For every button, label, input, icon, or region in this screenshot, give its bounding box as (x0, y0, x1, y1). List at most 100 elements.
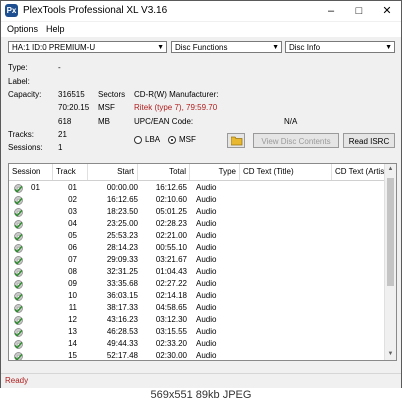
cell-total: 02:27.22 (155, 279, 187, 288)
close-button[interactable]: ✕ (373, 1, 401, 21)
cell-session (31, 266, 53, 278)
cd-audio-icon (14, 208, 23, 217)
cd-audio-icon (14, 232, 23, 241)
table-row[interactable]: 05 25:53.23 02:21.00 Audio (9, 230, 385, 242)
tracks-value: 21 (58, 130, 67, 139)
manufacturer-value: Ritek (type 7), 79:59.70 (134, 103, 218, 112)
table-header: Session Track Start Total Type CD Text (… (9, 164, 385, 181)
cell-type: Audio (196, 219, 217, 228)
radio-lba[interactable] (134, 136, 142, 144)
capacity-label: Capacity: (8, 90, 42, 99)
table-row[interactable]: 13 46:28.53 03:15.55 Audio (9, 326, 385, 338)
cell-session (31, 218, 53, 230)
drive-select[interactable]: HA:1 ID:0 PREMIUM-U ▼ (8, 41, 167, 53)
capacity-sectors: 316515 (58, 90, 85, 99)
cell-start: 28:14.23 (106, 243, 138, 252)
cell-total: 04:58.65 (155, 303, 187, 312)
cell-start: 00:00.00 (106, 183, 138, 192)
table-row[interactable]: 02 16:12.65 02:10.60 Audio (9, 194, 385, 206)
capacity-mb-unit: MB (98, 117, 110, 126)
scroll-down-icon[interactable]: ▼ (385, 349, 396, 360)
col-cd-text-title[interactable]: CD Text (Title) (240, 164, 332, 180)
minimize-button[interactable]: – (317, 1, 345, 21)
col-track[interactable]: Track (53, 164, 88, 180)
table-row[interactable]: 14 49:44.33 02:33.20 Audio (9, 338, 385, 350)
cell-track: 09 (68, 279, 77, 288)
cell-track: 03 (68, 207, 77, 216)
cell-session (31, 194, 53, 206)
drive-select-value: HA:1 ID:0 PREMIUM-U (12, 43, 96, 52)
cell-session (31, 326, 53, 338)
cd-audio-icon (14, 304, 23, 313)
col-session[interactable]: Session (9, 164, 53, 180)
table-row[interactable]: 04 23:25.00 02:28.23 Audio (9, 218, 385, 230)
capacity-mb: 618 (58, 117, 72, 126)
cell-type: Audio (196, 351, 217, 360)
table-row[interactable]: 08 32:31.25 01:04.43 Audio (9, 266, 385, 278)
type-value: - (58, 63, 61, 72)
open-folder-button[interactable] (227, 133, 245, 148)
radio-msf[interactable] (168, 136, 176, 144)
table-row[interactable]: 03 18:23.50 05:01.25 Audio (9, 206, 385, 218)
radio-lba-label: LBA (145, 135, 161, 144)
table-row[interactable]: 01 01 00:00.00 16:12.65 Audio (9, 182, 385, 194)
type-label: Type: (8, 63, 28, 72)
cell-total: 02:33.20 (155, 339, 187, 348)
cd-audio-icon (14, 280, 23, 289)
cell-start: 16:12.65 (106, 195, 138, 204)
scroll-up-icon[interactable]: ▲ (385, 164, 396, 175)
menu-options[interactable]: Options (7, 24, 38, 34)
col-type[interactable]: Type (190, 164, 240, 180)
table-scrollbar[interactable]: ▲ ▼ (384, 164, 396, 360)
cell-session (31, 206, 53, 218)
table-row[interactable]: 06 28:14.23 00:55.10 Audio (9, 242, 385, 254)
cell-session (31, 302, 53, 314)
cell-track: 15 (68, 351, 77, 360)
cell-session (31, 278, 53, 290)
view-select[interactable]: Disc Info ▼ (285, 41, 395, 53)
cell-track: 14 (68, 339, 77, 348)
cell-total: 16:12.65 (155, 183, 187, 192)
cd-audio-icon (14, 196, 23, 205)
menu-help[interactable]: Help (46, 24, 65, 34)
capacity-msf: 70:20.15 (58, 103, 90, 112)
table-row[interactable]: 07 29:09.33 03:21.67 Audio (9, 254, 385, 266)
cell-type: Audio (196, 315, 217, 324)
table-row[interactable]: 09 33:35.68 02:27.22 Audio (9, 278, 385, 290)
maximize-button[interactable]: □ (345, 1, 373, 21)
cd-audio-icon (14, 268, 23, 277)
read-isrc-button[interactable]: Read ISRC (343, 133, 395, 148)
cell-total: 01:04.43 (155, 267, 187, 276)
scroll-thumb[interactable] (387, 178, 394, 286)
table-row[interactable]: 15 52:17.48 02:30.00 Audio (9, 350, 385, 360)
col-start[interactable]: Start (88, 164, 138, 180)
cell-start: 33:35.68 (106, 279, 138, 288)
col-cd-text-artist[interactable]: CD Text (Artist (332, 164, 385, 180)
function-select[interactable]: Disc Functions ▼ (171, 41, 282, 53)
cell-type: Audio (196, 339, 217, 348)
plextools-app-icon: Px (5, 4, 18, 17)
table-row[interactable]: 11 38:17.33 04:58.65 Audio (9, 302, 385, 314)
cell-start: 46:28.53 (106, 327, 138, 336)
cell-track: 10 (68, 291, 77, 300)
chevron-down-icon: ▼ (157, 44, 164, 51)
cell-track: 05 (68, 231, 77, 240)
table-row[interactable]: 10 36:03.15 02:14.18 Audio (9, 290, 385, 302)
cell-session (31, 242, 53, 254)
view-select-value: Disc Info (289, 43, 321, 52)
cell-track: 01 (68, 183, 77, 192)
function-select-value: Disc Functions (175, 43, 228, 52)
col-total[interactable]: Total (138, 164, 190, 180)
cd-audio-icon (14, 340, 23, 349)
chevron-down-icon: ▼ (272, 44, 279, 51)
cell-start: 49:44.33 (106, 339, 138, 348)
table-row[interactable]: 12 43:16.23 03:12.30 Audio (9, 314, 385, 326)
cell-session: 01 (31, 183, 40, 192)
cell-start: 52:17.48 (106, 351, 138, 360)
capacity-sectors-unit: Sectors (98, 90, 126, 99)
cell-session (31, 350, 53, 360)
view-disc-contents-button[interactable]: View Disc Contents (253, 133, 339, 148)
cell-track: 12 (68, 315, 77, 324)
upc-value: N/A (284, 117, 298, 126)
cell-total: 02:10.60 (155, 195, 187, 204)
